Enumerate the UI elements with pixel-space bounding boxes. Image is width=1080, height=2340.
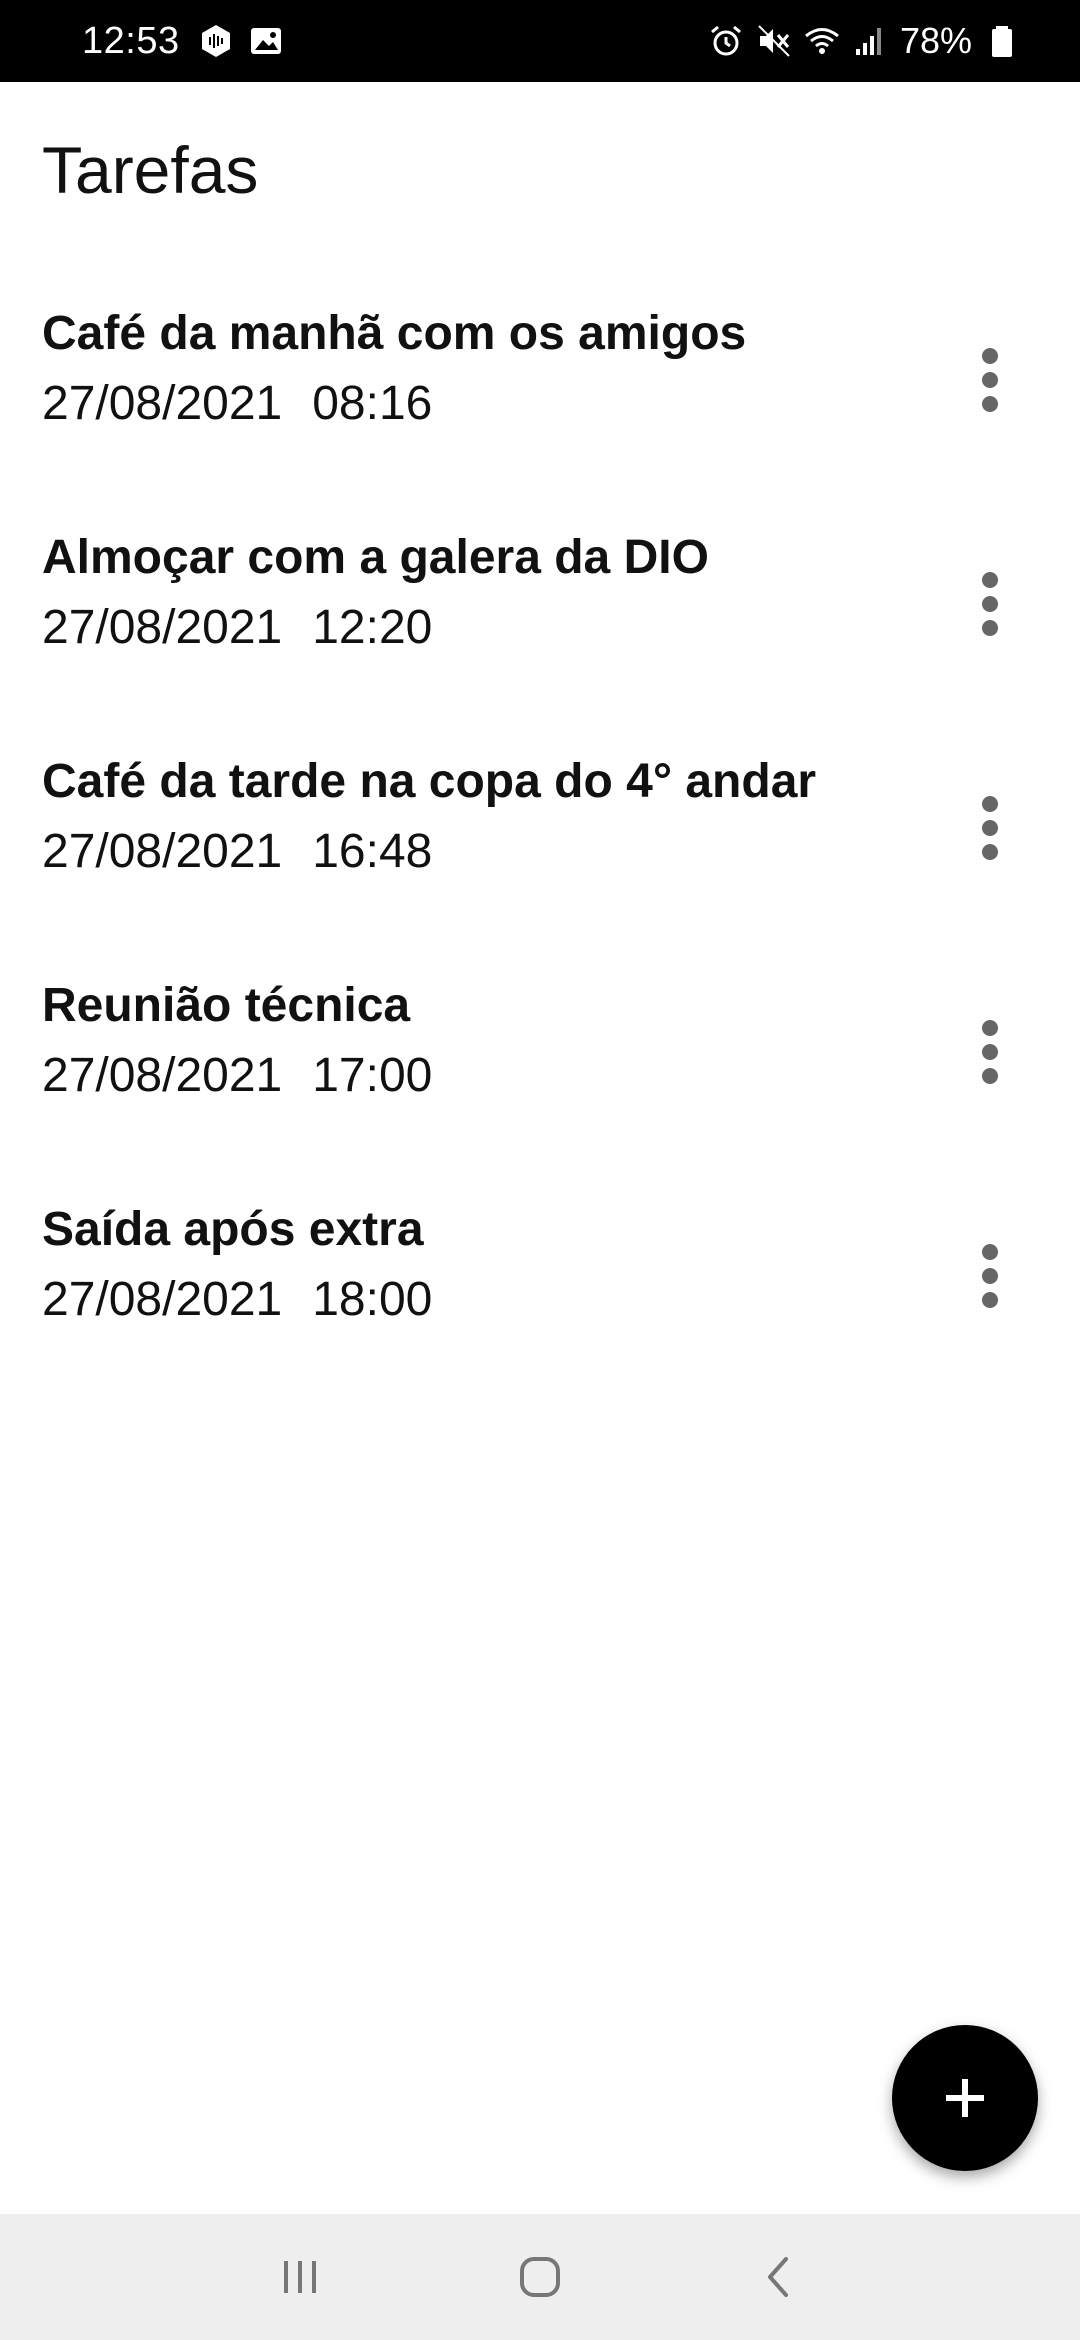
task-title: Reunião técnica — [42, 979, 411, 1032]
task-datetime: 27/08/2021 12:20 — [42, 600, 432, 655]
wifi-icon — [804, 23, 840, 59]
status-time: 12:53 — [82, 19, 180, 62]
more-options-button[interactable] — [954, 1226, 1026, 1326]
page-title: Tarefas — [42, 133, 259, 207]
task-title: Café da manhã com os amigos — [42, 307, 747, 360]
alarm-icon — [708, 23, 744, 59]
task-time: 08:16 — [312, 377, 433, 430]
task-item[interactable]: Almoçar com a galera da DIO 27/08/2021 12… — [0, 524, 1080, 748]
task-item[interactable]: Café da tarde na copa do 4° andar 27/08/… — [0, 748, 1080, 972]
gallery-icon — [248, 23, 284, 59]
task-time: 16:48 — [312, 825, 433, 878]
home-icon — [520, 2257, 560, 2297]
task-title: Café da tarde na copa do 4° andar — [42, 755, 817, 808]
task-item[interactable]: Saída após extra 27/08/2021 18:00 — [0, 1196, 1080, 1420]
task-datetime: 27/08/2021 17:00 — [42, 1048, 432, 1103]
more-options-button[interactable] — [954, 1002, 1026, 1102]
task-title: Almoçar com a galera da DIO — [42, 531, 709, 584]
more-options-button[interactable] — [954, 330, 1026, 430]
task-date: 27/08/2021 — [42, 1273, 283, 1326]
task-title: Saída após extra — [42, 1203, 424, 1256]
more-vert-icon — [982, 572, 998, 636]
more-vert-icon — [982, 1244, 998, 1308]
task-item[interactable]: Café da manhã com os amigos 27/08/2021 08… — [0, 300, 1080, 524]
more-options-button[interactable] — [954, 554, 1026, 654]
battery-percent: 78% — [899, 20, 972, 61]
task-time: 12:20 — [312, 601, 433, 654]
task-date: 27/08/2021 — [42, 601, 283, 654]
battery-icon — [984, 23, 1020, 59]
task-date: 27/08/2021 — [42, 377, 283, 430]
more-vert-icon — [982, 1020, 998, 1084]
back-icon — [768, 2257, 788, 2297]
recent-apps-icon — [284, 2261, 316, 2293]
recent-apps-button[interactable] — [260, 2237, 340, 2317]
add-task-button[interactable] — [892, 2025, 1038, 2171]
home-button[interactable] — [500, 2237, 580, 2317]
back-button[interactable] — [740, 2237, 820, 2317]
task-datetime: 27/08/2021 16:48 — [42, 824, 432, 879]
task-item[interactable]: Reunião técnica 27/08/2021 17:00 — [0, 972, 1080, 1196]
task-datetime: 27/08/2021 18:00 — [42, 1272, 432, 1327]
task-datetime: 27/08/2021 08:16 — [42, 376, 432, 431]
system-nav-bar — [0, 2214, 1080, 2340]
more-vert-icon — [982, 348, 998, 412]
more-vert-icon — [982, 796, 998, 860]
status-left-icons — [198, 23, 284, 59]
task-list: Café da manhã com os amigos 27/08/2021 08… — [0, 300, 1080, 1420]
task-time: 18:00 — [312, 1273, 433, 1326]
status-bar: 12:53 78% — [0, 0, 1080, 82]
plus-icon — [946, 2079, 984, 2117]
task-date: 27/08/2021 — [42, 1049, 283, 1102]
status-right-icons: 78% — [708, 20, 1020, 62]
more-options-button[interactable] — [954, 778, 1026, 878]
mute-icon — [756, 23, 792, 59]
signal-icon — [852, 23, 888, 59]
podcast-app-icon — [198, 23, 234, 59]
task-date: 27/08/2021 — [42, 825, 283, 878]
task-time: 17:00 — [312, 1049, 433, 1102]
